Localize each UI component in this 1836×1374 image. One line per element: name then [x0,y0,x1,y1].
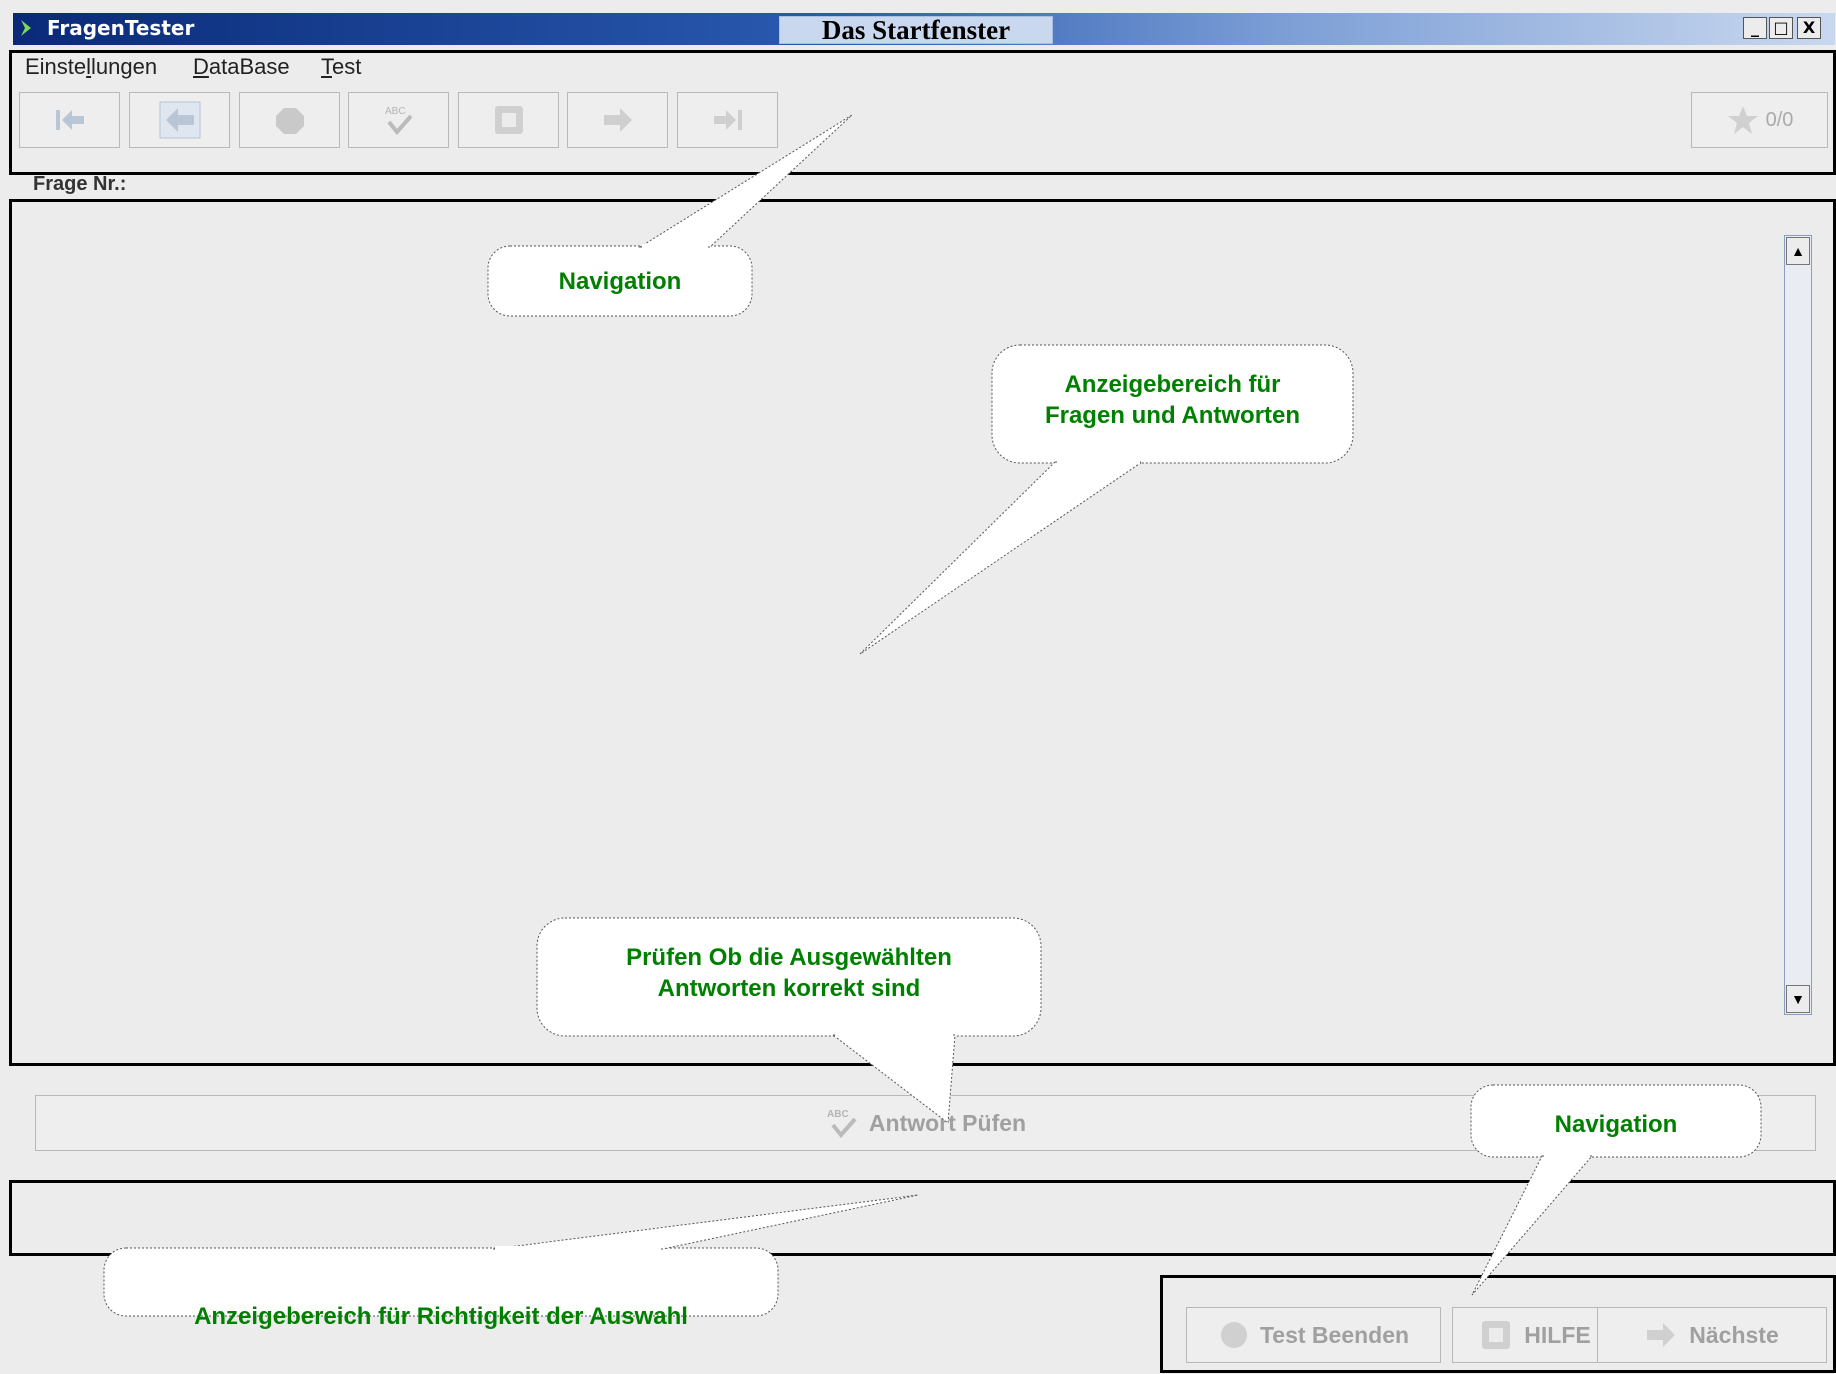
callout-result-pointer [492,1194,919,1250]
callout-nav-top-pointer [638,114,853,248]
callout-check-pointer [831,1034,956,1124]
callout-nav-top: Navigation [558,268,682,295]
callout-display-area: Anzeigebereich für Fragen und Antworten [1044,371,1301,429]
callout-nav-bottom-pointer [1471,1155,1594,1296]
callout-pointers [103,114,1762,1317]
callout-check-answers: Prüfen Ob die Ausgewählten Antworten kor… [626,944,952,1002]
callout-nav-bottom: Navigation [1554,1111,1678,1138]
callout-result-area: Anzeigebereich für Richtigkeit der Auswa… [194,1303,688,1330]
callout-display-pointer [859,461,1144,655]
